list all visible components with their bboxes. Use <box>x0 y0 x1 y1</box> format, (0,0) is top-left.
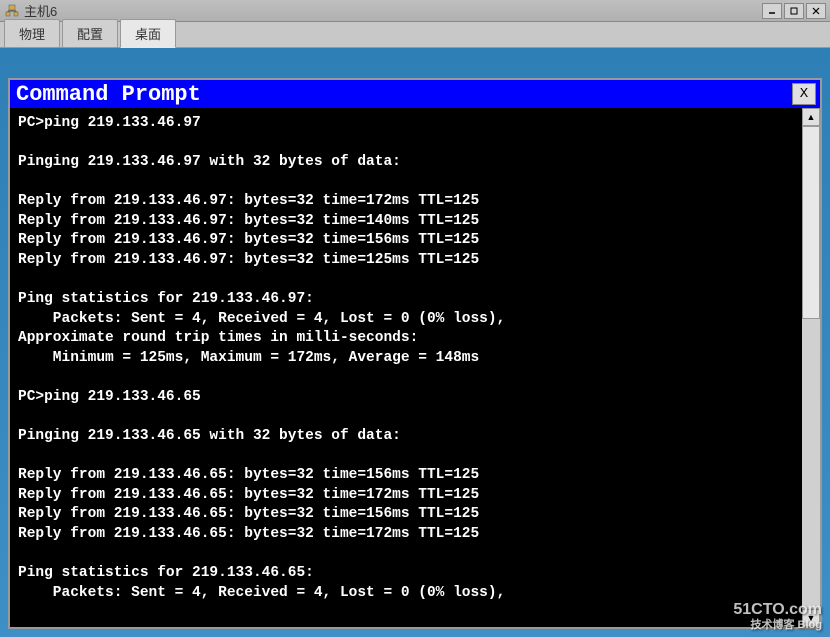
watermark: 51CTO.com 技术博客 Blog <box>733 601 822 631</box>
tab-physical[interactable]: 物理 <box>4 19 60 47</box>
command-prompt-close-button[interactable]: X <box>792 83 816 105</box>
scroll-track[interactable] <box>802 126 820 609</box>
window-controls <box>762 3 826 19</box>
tab-desktop[interactable]: 桌面 <box>120 19 176 48</box>
watermark-sub: 技术博客 Blog <box>733 619 822 631</box>
desktop-area: Command Prompt X PC>ping 219.133.46.97 P… <box>0 48 830 637</box>
scroll-thumb[interactable] <box>802 126 820 319</box>
command-prompt-title-bar[interactable]: Command Prompt X <box>10 80 820 108</box>
scrollbar: ▲ ▼ <box>802 108 820 627</box>
command-prompt-window: Command Prompt X PC>ping 219.133.46.97 P… <box>8 78 822 629</box>
tabs-bar: 物理 配置 桌面 <box>0 22 830 48</box>
terminal-output[interactable]: PC>ping 219.133.46.97 Pinging 219.133.46… <box>10 108 802 627</box>
minimize-button[interactable] <box>762 3 782 19</box>
app-icon <box>4 3 20 19</box>
command-prompt-title: Command Prompt <box>16 82 201 107</box>
tab-config[interactable]: 配置 <box>62 19 118 47</box>
command-prompt-body: PC>ping 219.133.46.97 Pinging 219.133.46… <box>10 108 820 627</box>
scroll-up-button[interactable]: ▲ <box>802 108 820 126</box>
watermark-main: 51CTO.com <box>733 601 822 618</box>
maximize-button[interactable] <box>784 3 804 19</box>
window-title: 主机6 <box>24 1 762 20</box>
close-button[interactable] <box>806 3 826 19</box>
